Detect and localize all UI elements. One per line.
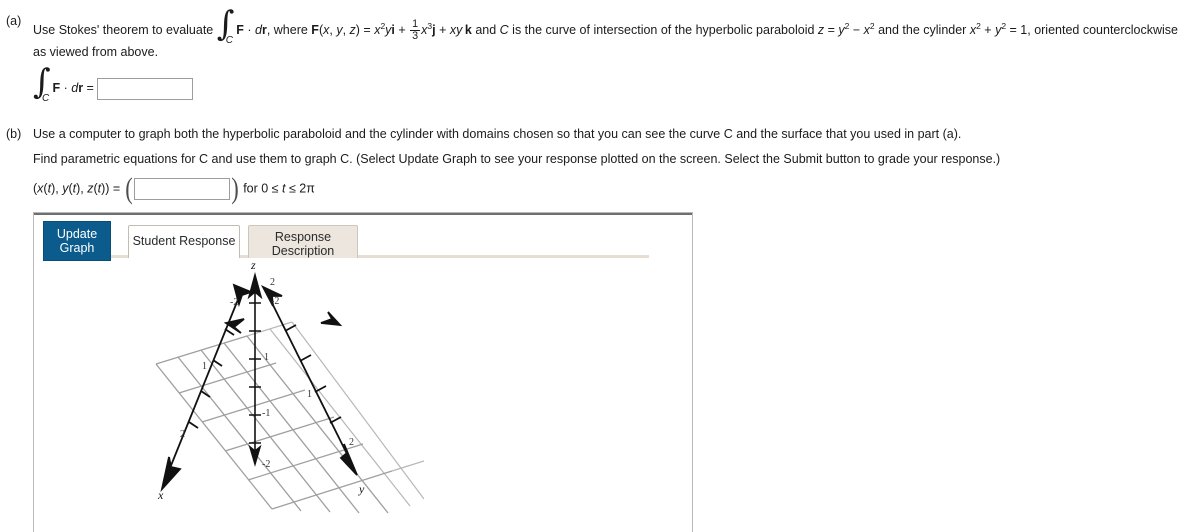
integrand-expression: F · dr: [236, 23, 267, 37]
tab-response-description[interactable]: Response Description: [248, 225, 358, 258]
z-tick-1: 1: [264, 352, 269, 363]
y-axis: [260, 285, 358, 476]
graph-applet-panel: Update Graph Student Response Response D…: [33, 212, 693, 532]
z-tick-neg1: -1: [262, 408, 270, 419]
answer-equals-sign: =: [86, 81, 94, 95]
left-paren-icon: (: [124, 172, 133, 205]
z-tick-2: 2: [270, 277, 275, 288]
y-axis-label: y: [358, 482, 365, 496]
update-graph-button[interactable]: Update Graph: [43, 221, 111, 261]
update-graph-button-line2: Graph: [59, 241, 95, 255]
z-axis-label: z: [250, 261, 256, 272]
grid-plane-extension: [246, 321, 424, 507]
x-tick-1: 1: [202, 361, 207, 372]
update-graph-button-line1: Update: [56, 227, 98, 241]
y-tick-2: 2: [349, 437, 354, 448]
x-axis: [160, 283, 254, 493]
answer-integral-lower-limit: C: [42, 93, 50, 104]
applet-top-border: [34, 213, 692, 215]
right-paren-icon: ): [230, 172, 239, 205]
z-tick-neg2: -2: [262, 459, 270, 470]
part-b-line1: Use a computer to graph both the hyperbo…: [33, 127, 962, 141]
parametric-lhs: (x(t), y(t), z(t)) =: [33, 181, 121, 196]
x-tick-neg2: -2: [230, 297, 238, 308]
y-tick-neg2: -2: [271, 296, 279, 307]
tab-student-response[interactable]: Student Response: [128, 225, 240, 258]
negative-axis-arrows: [223, 311, 343, 334]
x-axis-label: x: [157, 488, 164, 502]
x-axis-arrowhead: [160, 456, 182, 493]
x-tick-2: 2: [180, 429, 185, 440]
applet-tab-bar: Update Graph Student Response Response D…: [43, 221, 683, 261]
part-b-answer-row: (x(t), y(t), z(t)) = () for 0 ≤ t ≤ 2π: [33, 172, 315, 205]
y-neg-arrowhead-2: [320, 311, 343, 327]
integral-lower-limit: C: [225, 35, 233, 46]
parametric-equations-input[interactable]: [133, 178, 230, 200]
answer-integral-icon: ∫ C: [33, 62, 51, 104]
part-a-tail-text: and C is the curve of intersection of th…: [475, 20, 1179, 37]
three-d-graph[interactable]: z 2 1 -1 -2 x 2 -2 1 y 2 -2 1: [144, 261, 424, 531]
integral-icon: ∫ C: [216, 4, 235, 46]
part-a-line2: as viewed from above.: [33, 45, 159, 59]
part-a-answer-row: ∫ C F · dr =: [33, 62, 194, 104]
part-b-line2: Find parametric equations for C and use …: [33, 152, 1001, 166]
line-integral-answer-input[interactable]: [97, 77, 194, 100]
tab-student-response-label: Student Response: [132, 234, 236, 248]
part-a-intro-text: Use Stokes' theorem to evaluate: [33, 23, 214, 37]
tab-response-description-label-line2: Description: [271, 244, 335, 258]
vector-field-definition: F(x, y, z) = x2yi + 1 3 x3j + xy k: [311, 17, 472, 43]
three-d-axes-svg: z 2 1 -1 -2 x 2 -2 1 y 2 -2 1: [155, 261, 424, 514]
where-text: , where: [266, 23, 308, 37]
z-axis: [247, 271, 263, 467]
part-a-label: (a): [6, 14, 22, 28]
part-b-label: (b): [6, 127, 22, 141]
tab-response-description-label-line1: Response: [274, 230, 332, 244]
answer-integrand-expression: F · dr: [52, 81, 84, 95]
y-tick-1: 1: [307, 389, 312, 400]
part-a-line1: Use Stokes' theorem to evaluate ∫ C F · …: [33, 4, 1179, 46]
parameter-range-text: for 0 ≤ t ≤ 2π: [243, 181, 315, 196]
